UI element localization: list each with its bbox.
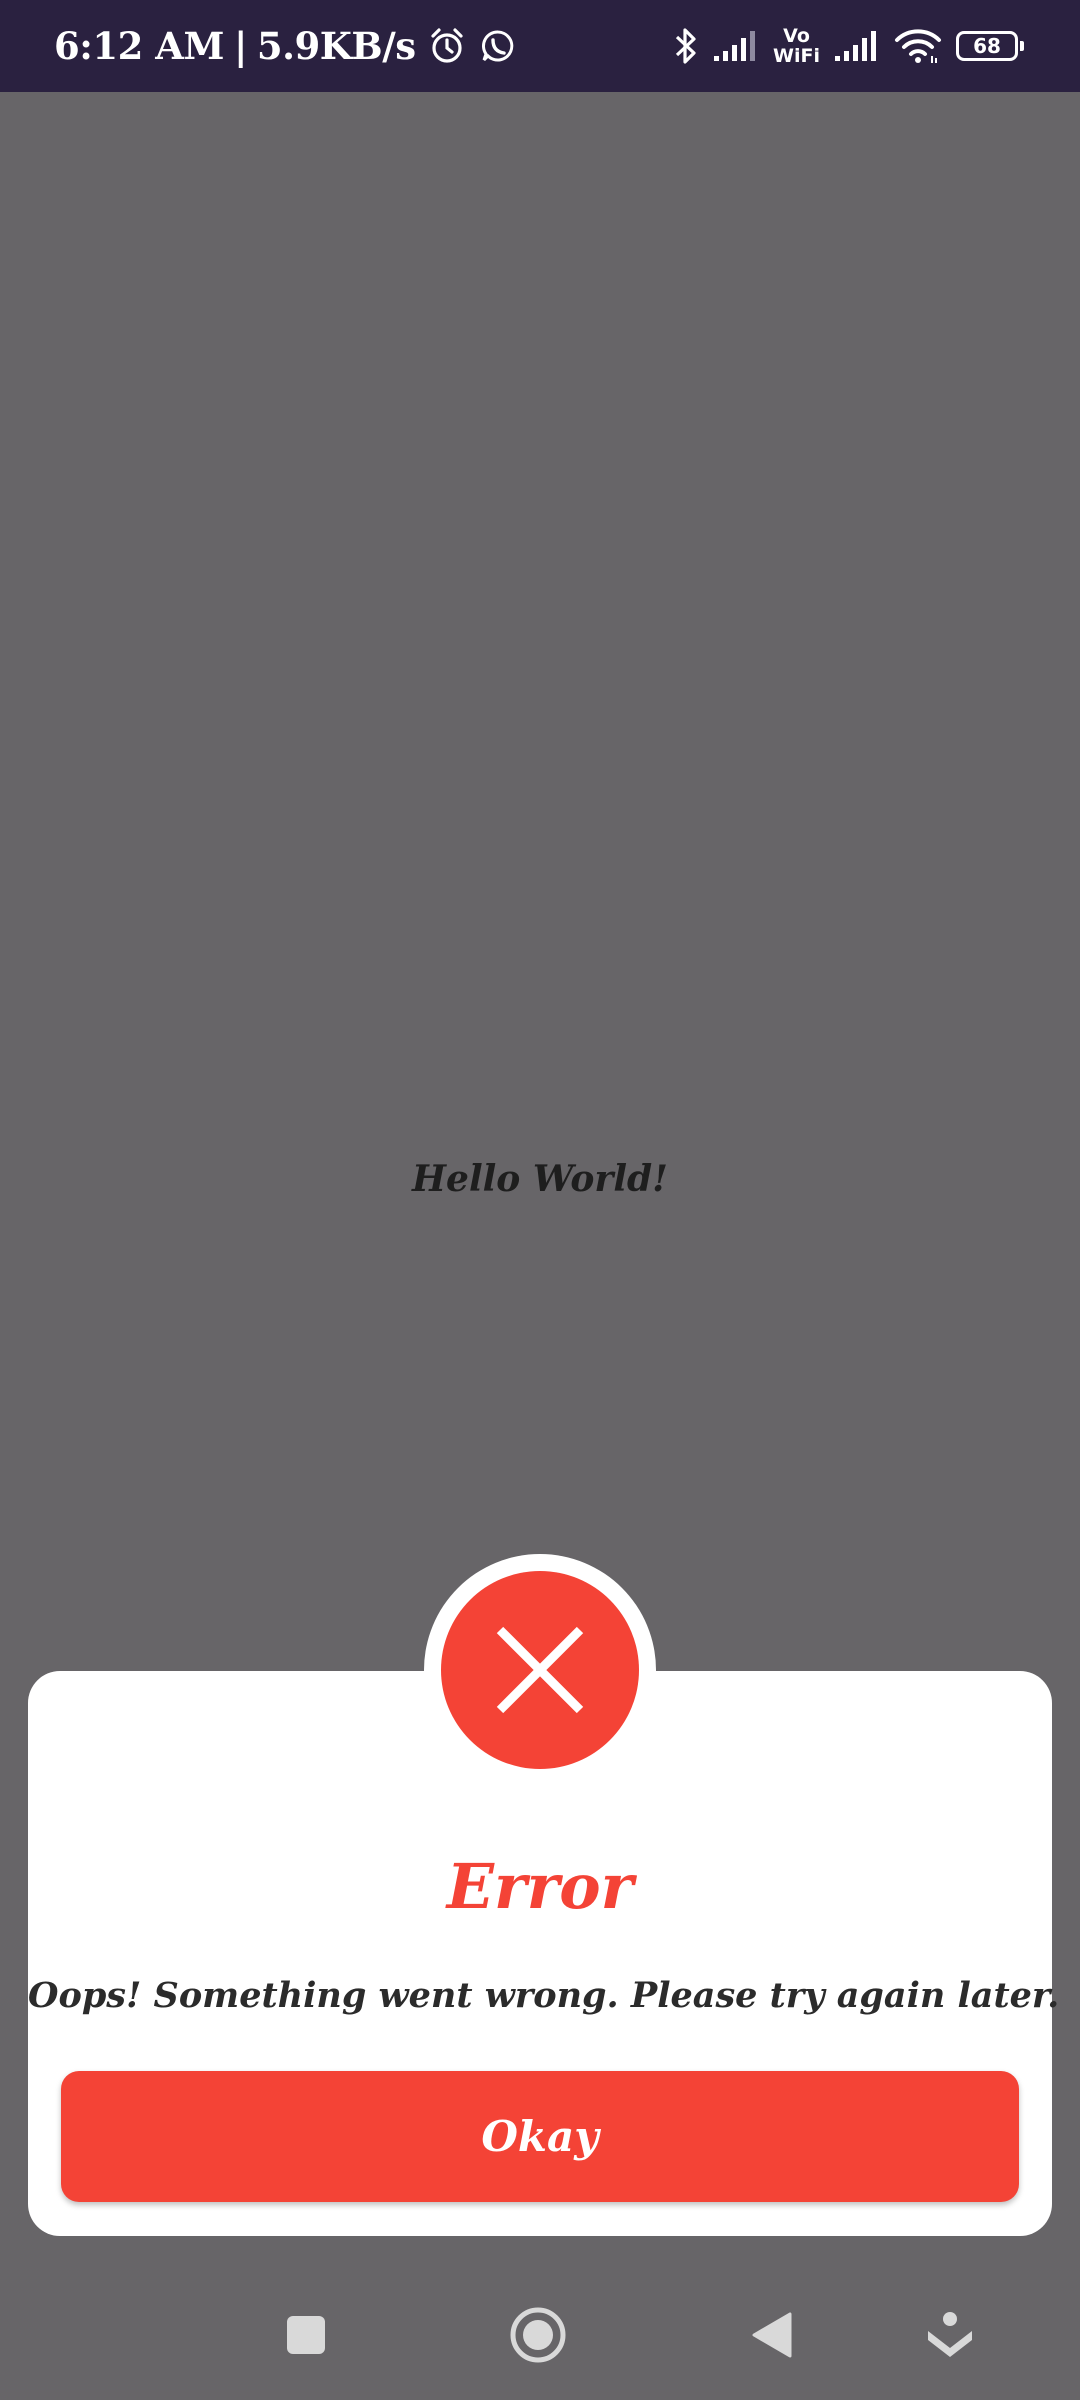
dialog-message: Oops! Something went wrong. Please try a…: [28, 1975, 1060, 2016]
signal-icon: [713, 30, 759, 62]
home-icon: [509, 2306, 567, 2364]
battery-icon: 68: [956, 31, 1024, 61]
hello-text: Hello World!: [412, 1158, 668, 1200]
assistant-icon: [925, 2310, 975, 2360]
battery-level: 68: [973, 34, 1001, 58]
recents-icon: [286, 2315, 326, 2355]
vowifi-icon: Vo WiFi: [773, 26, 820, 66]
assistant-button[interactable]: [900, 2270, 1000, 2400]
error-badge: [424, 1554, 656, 1786]
alarm-icon: [428, 27, 466, 65]
wifi-icon: [894, 28, 942, 64]
okay-button[interactable]: Okay: [61, 2071, 1019, 2202]
vowifi-top-label: Vo: [783, 25, 810, 47]
recents-button[interactable]: [256, 2270, 356, 2400]
dialog-title: Error: [446, 1850, 634, 1923]
network-speed: 5.9KB/s: [256, 24, 416, 68]
status-separator: |: [233, 24, 247, 68]
navigation-bar: [0, 2270, 1080, 2400]
status-bar-right: Vo WiFi 68: [673, 0, 1024, 92]
close-icon: [492, 1622, 588, 1718]
whatsapp-icon: [480, 28, 516, 64]
error-circle: [441, 1571, 639, 1769]
signal-icon: [834, 30, 880, 62]
status-time: 6:12 AM: [54, 24, 224, 68]
home-button[interactable]: [488, 2270, 588, 2400]
status-bar-left: 6:12 AM | 5.9KB/s: [54, 0, 516, 92]
back-button[interactable]: [722, 2270, 822, 2400]
vowifi-bottom-label: WiFi: [773, 45, 820, 67]
status-bar: 6:12 AM | 5.9KB/s Vo WiFi 68: [0, 0, 1080, 92]
back-icon: [750, 2312, 794, 2358]
bluetooth-icon: [673, 26, 699, 66]
